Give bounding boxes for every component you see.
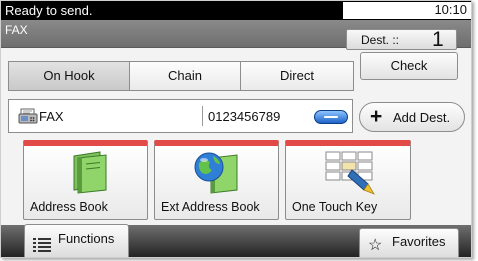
star-icon: ☆ xyxy=(368,237,383,254)
status-bar: Ready to send. 10:10 xyxy=(1,1,471,20)
address-book-button[interactable]: Address Book xyxy=(23,140,148,220)
destination-field[interactable]: FAX 0123456789 xyxy=(8,99,353,133)
favorites-button[interactable]: ☆ Favorites xyxy=(359,228,459,257)
status-message: Ready to send. xyxy=(5,3,93,18)
direct-button[interactable]: Direct xyxy=(240,61,354,91)
ext-address-book-label: Ext Address Book xyxy=(161,200,260,214)
plus-icon: + xyxy=(370,105,383,128)
functions-label: Functions xyxy=(58,231,115,246)
destination-counter: Dest. :: 1 xyxy=(346,28,457,51)
address-book-label: Address Book xyxy=(30,200,108,214)
title-bar: FAX Dest. :: 1 xyxy=(1,20,471,51)
ext-address-book-button[interactable]: Ext Address Book xyxy=(154,140,279,220)
one-touch-key-label: One Touch Key xyxy=(292,200,378,214)
chain-button[interactable]: Chain xyxy=(129,61,241,91)
add-destination-button[interactable]: + Add Dest. xyxy=(359,102,465,132)
destination-count: 1 xyxy=(432,28,444,51)
add-destination-label: Add Dest. xyxy=(393,110,451,125)
field-divider xyxy=(202,106,203,126)
minus-icon xyxy=(324,116,338,118)
screen-title: FAX xyxy=(5,23,28,37)
fax-number: 0123456789 xyxy=(208,109,281,124)
status-time: 10:10 xyxy=(343,2,471,19)
one-touch-key-button[interactable]: One Touch Key xyxy=(285,140,411,220)
favorites-label: Favorites xyxy=(392,234,446,249)
check-button[interactable]: Check xyxy=(360,52,458,80)
functions-button[interactable]: Functions xyxy=(24,224,129,257)
fax-icon xyxy=(18,108,38,124)
fax-screen: Ready to send. 10:10 FAX Dest. :: 1 On H… xyxy=(0,0,472,258)
list-icon xyxy=(33,238,51,252)
ext-address-book-icon xyxy=(194,152,238,194)
address-book-icon xyxy=(73,151,107,194)
one-touch-key-icon xyxy=(325,151,375,195)
destination-detail-button[interactable] xyxy=(314,110,348,124)
on-hook-button[interactable]: On Hook xyxy=(8,61,130,91)
destination-counter-label: Dest. :: xyxy=(361,33,400,47)
destination-type-label: FAX xyxy=(39,109,64,124)
